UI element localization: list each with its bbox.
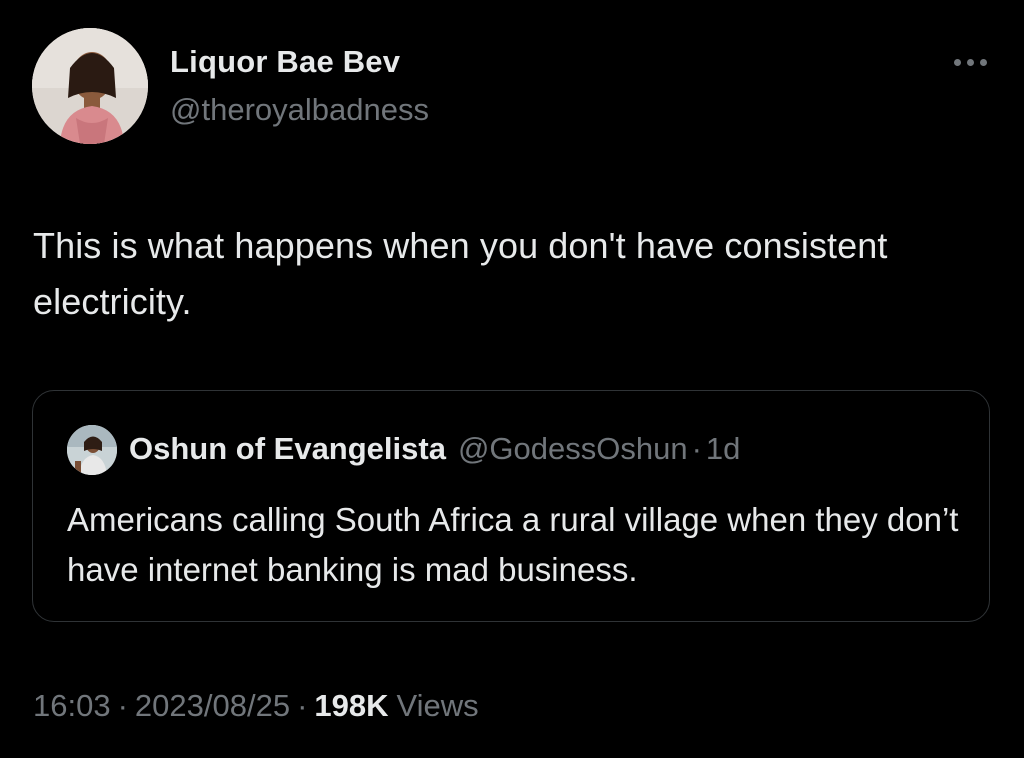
profile-photo-icon	[32, 28, 148, 144]
separator: ·	[691, 431, 702, 466]
tweet-detail: Liquor Bae Bev @theroyalbadness This is …	[0, 0, 1024, 758]
quoted-tweet-time[interactable]: 1d	[706, 431, 740, 467]
views-count[interactable]: 198K	[314, 688, 388, 724]
tweet-meta: 16:03 · 2023/08/25 · 198K Views	[33, 688, 479, 724]
quoted-author-name[interactable]: Oshun of Evangelista	[129, 431, 446, 467]
author-handle[interactable]: @theroyalbadness	[170, 92, 429, 128]
more-horizontal-icon	[966, 58, 974, 66]
author-avatar[interactable]	[32, 28, 148, 144]
quoted-author-handle[interactable]: @GodessOshun	[458, 431, 688, 467]
more-horizontal-icon	[953, 58, 961, 66]
separator: ·	[117, 688, 128, 723]
tweet-time[interactable]: 16:03	[33, 688, 111, 724]
quoted-tweet-header: Oshun of Evangelista @GodessOshun · 1d	[129, 431, 740, 467]
more-options-button[interactable]	[942, 48, 998, 76]
quoted-author-avatar[interactable]	[67, 425, 117, 475]
quoted-tweet-card[interactable]: Oshun of Evangelista @GodessOshun · 1d A…	[32, 390, 990, 622]
views-label: Views	[396, 688, 479, 723]
author-name[interactable]: Liquor Bae Bev	[170, 44, 400, 80]
quoted-tweet-text: Americans calling South Africa a rural v…	[67, 501, 959, 588]
more-horizontal-icon	[979, 58, 987, 66]
separator: ·	[297, 688, 308, 723]
tweet-text: This is what happens when you don't have…	[33, 225, 888, 322]
tweet-date[interactable]: 2023/08/25	[135, 688, 290, 724]
profile-photo-icon	[67, 425, 117, 475]
